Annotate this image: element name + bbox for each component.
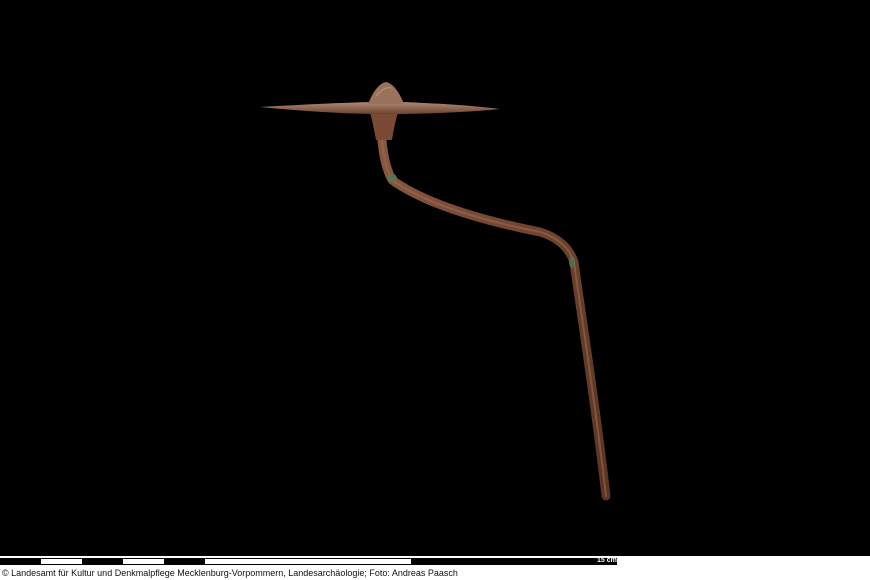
scale-segment: [123, 558, 164, 565]
caption-strip: 15 cm © Landesamt für Kultur und Denkmal…: [0, 556, 870, 580]
scale-segment: [0, 558, 41, 565]
scale-bar: 15 cm: [0, 556, 870, 566]
photo-credit: © Landesamt für Kultur und Denkmalpflege…: [2, 568, 458, 578]
scale-segment: [41, 558, 82, 565]
scale-segment: [164, 558, 205, 565]
bronze-pin-icon: [260, 82, 611, 501]
pin-head-knob: [368, 82, 404, 104]
patina-spot: [569, 256, 575, 268]
patina-spot: [387, 174, 397, 182]
photo-frame: 15 cm © Landesamt für Kultur und Denkmal…: [0, 0, 870, 580]
pin-shaft: [377, 107, 611, 501]
scale-segment: [411, 558, 617, 565]
scale-segment: [82, 558, 123, 565]
pin-neck: [370, 112, 398, 140]
scale-segment: [205, 558, 411, 565]
scale-label: 15 cm: [597, 557, 617, 564]
